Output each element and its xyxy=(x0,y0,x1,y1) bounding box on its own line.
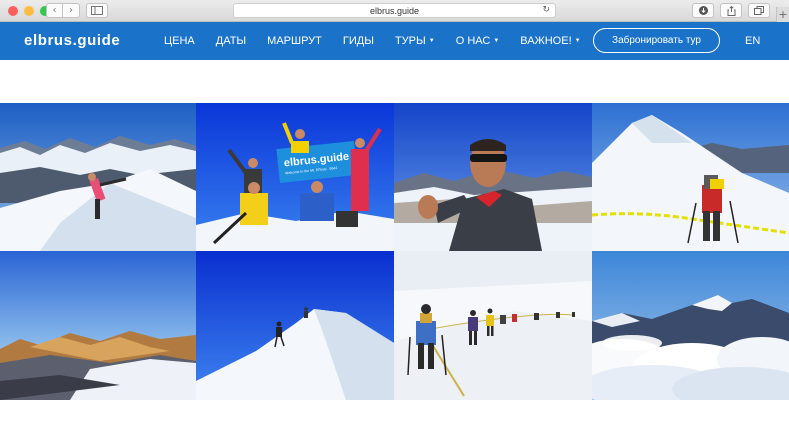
menu-item-dates[interactable]: ДАТЫ xyxy=(216,35,246,47)
gallery-photo[interactable] xyxy=(394,103,592,251)
menu-item-label: ДАТЫ xyxy=(215,35,247,47)
sidebar-icon xyxy=(91,6,103,15)
caret-down-icon: ▼ xyxy=(493,38,500,45)
site-header: elbrus.guide ЦЕНА ДАТЫ МАРШРУТ ГИДЫ ТУРЫ… xyxy=(0,22,789,60)
new-tab-button[interactable]: + xyxy=(776,7,789,22)
forward-icon: › xyxy=(69,5,73,16)
tabs-overview-button[interactable] xyxy=(748,3,770,18)
caret-down-icon: ▼ xyxy=(428,38,435,45)
gallery-photo[interactable]: elbrus.guide Welcome to the Mt. El'brus … xyxy=(196,103,394,251)
url-text: elbrus.guide xyxy=(369,5,420,16)
toolbar-right-buttons xyxy=(692,3,770,18)
close-window-button[interactable] xyxy=(8,6,18,16)
menu-item-route[interactable]: МАРШРУТ xyxy=(267,35,322,47)
menu-item-label: ГИДЫ xyxy=(342,35,374,47)
gallery-photo[interactable] xyxy=(0,251,196,400)
climber-on-ridge-image xyxy=(0,103,196,251)
menu-item-about[interactable]: О НАС ▼ xyxy=(456,35,500,47)
peaks-above-clouds-image xyxy=(592,251,789,400)
address-bar[interactable]: elbrus.guide ↻ xyxy=(233,3,556,18)
tabs-icon xyxy=(754,6,764,15)
minimize-window-button[interactable] xyxy=(24,6,34,16)
gallery-photo[interactable] xyxy=(592,103,789,251)
sidebar-toggle-button[interactable] xyxy=(86,3,108,18)
book-tour-button[interactable]: Забронировать тур xyxy=(593,28,720,53)
rope-team-image xyxy=(394,251,592,400)
menu-item-label: ВАЖНОЕ! xyxy=(520,35,572,47)
forward-button[interactable]: › xyxy=(63,3,80,18)
gallery-photo[interactable] xyxy=(394,251,592,400)
new-tab-icon: + xyxy=(778,8,788,21)
history-buttons: ‹ › xyxy=(46,3,80,18)
gallery-photo[interactable] xyxy=(0,103,196,251)
menu-item-tours[interactable]: ТУРЫ ▼ xyxy=(395,35,435,47)
window-controls xyxy=(8,6,50,16)
guide-portrait-image xyxy=(394,103,592,251)
reload-icon[interactable]: ↻ xyxy=(542,5,550,15)
caret-down-icon: ▼ xyxy=(574,38,581,45)
menu-item-guides[interactable]: ГИДЫ xyxy=(343,35,374,47)
menu-item-label: ТУРЫ xyxy=(394,35,426,47)
gallery-photo[interactable] xyxy=(592,251,789,400)
sunset-range-image xyxy=(0,251,196,400)
back-icon: ‹ xyxy=(52,5,57,16)
menu-item-label: О НАС xyxy=(455,35,491,47)
language-switch[interactable]: EN xyxy=(745,35,760,47)
menu-item-important[interactable]: ВАЖНОЕ! ▼ xyxy=(520,35,580,47)
photo-gallery: elbrus.guide Welcome to the Mt. El'brus … xyxy=(0,103,789,400)
share-button[interactable] xyxy=(720,3,742,18)
summit-group-image: elbrus.guide Welcome to the Mt. El'brus … xyxy=(196,103,394,251)
summit-ridge-image xyxy=(196,251,394,400)
gallery-photo[interactable] xyxy=(196,251,394,400)
site-logo[interactable]: elbrus.guide xyxy=(24,32,120,49)
roped-slope-image xyxy=(592,103,789,251)
downloads-button[interactable] xyxy=(692,3,714,18)
back-button[interactable]: ‹ xyxy=(46,3,63,18)
menu-item-price[interactable]: ЦЕНА xyxy=(164,35,195,47)
main-menu: ЦЕНА ДАТЫ МАРШРУТ ГИДЫ ТУРЫ ▼ О НАС ▼ ВАЖН… xyxy=(164,35,602,47)
browser-toolbar: ‹ › elbrus.guide ↻ + xyxy=(0,0,789,22)
menu-item-label: ЦЕНА xyxy=(164,35,195,47)
menu-item-label: МАРШРУТ xyxy=(267,35,322,47)
download-icon xyxy=(698,6,708,15)
share-icon xyxy=(727,5,735,16)
